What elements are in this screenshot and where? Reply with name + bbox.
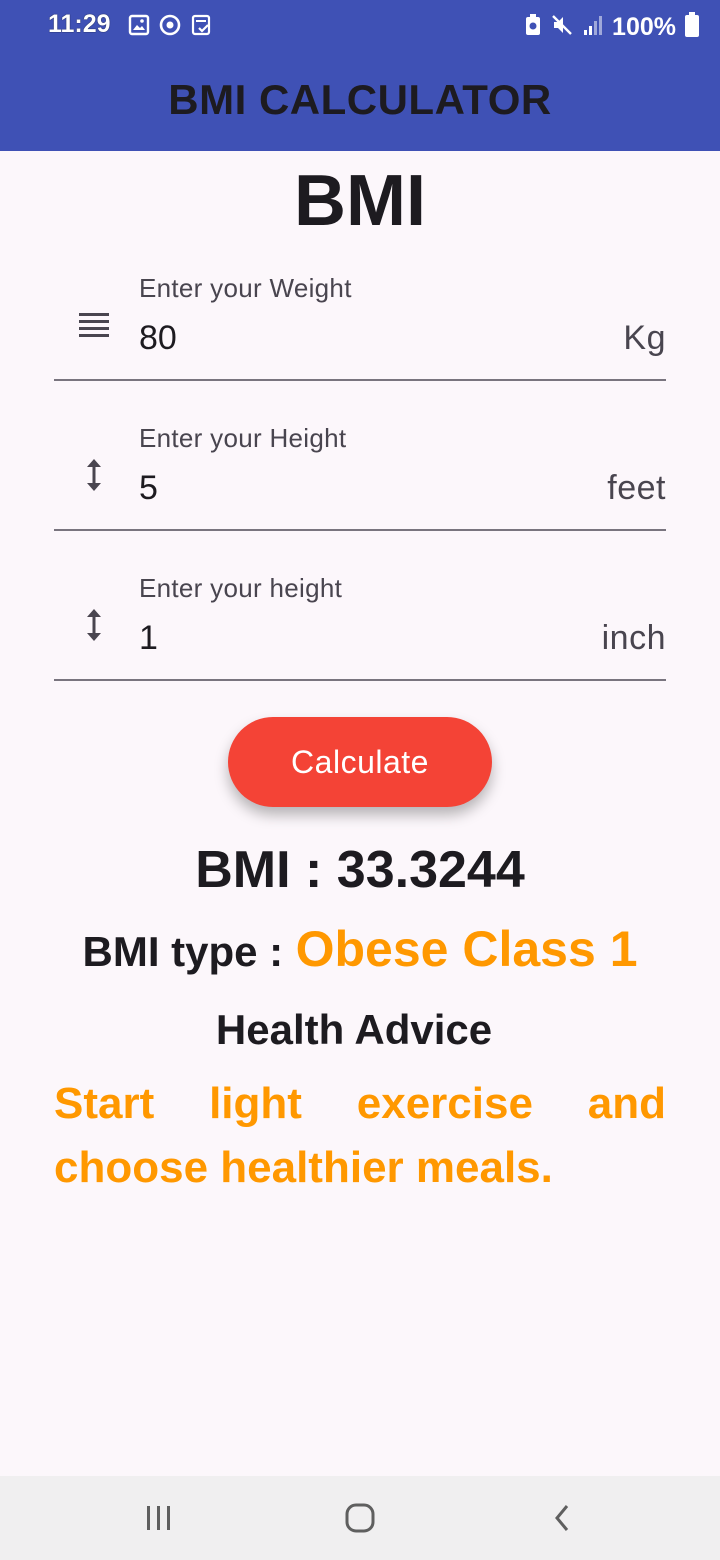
vertical-arrows-icon	[76, 455, 112, 495]
back-icon[interactable]	[532, 1496, 592, 1540]
weight-suffix: Kg	[623, 319, 666, 357]
mute-icon	[550, 13, 574, 42]
status-bar: 11:29 100%	[0, 0, 720, 52]
app-bar-title: BMI CALCULATOR	[168, 75, 552, 123]
bmi-type-label: BMI type :	[82, 928, 284, 975]
height-feet-field[interactable]: Enter your Height 5 feet	[54, 407, 666, 531]
navigation-bar	[0, 1476, 720, 1560]
bmi-type-value: Obese Class 1	[295, 921, 638, 977]
height-inch-input[interactable]: 1	[139, 619, 158, 658]
status-icons-right: 100%	[524, 11, 700, 43]
sync-icon	[158, 13, 182, 42]
recents-icon[interactable]	[129, 1496, 189, 1540]
weight-input[interactable]: 80	[139, 319, 177, 358]
weight-field[interactable]: Enter your Weight 80 Kg	[54, 257, 666, 381]
battery-icon	[684, 11, 700, 43]
vertical-arrows-icon	[76, 605, 112, 645]
gallery-icon	[128, 14, 150, 41]
clipboard-check-icon	[190, 14, 212, 41]
page-title: BMI	[294, 161, 426, 241]
status-time: 11:29	[48, 10, 111, 38]
height-inch-suffix: inch	[601, 619, 666, 657]
menu-lines-icon	[76, 305, 112, 345]
bmi-result: BMI : 33.3244	[195, 841, 525, 899]
signal-icon	[582, 14, 604, 41]
health-advice-text: Start light exercise and choose healthie…	[54, 1079, 666, 1192]
health-advice-heading: Health Advice	[215, 1006, 493, 1053]
height-feet-suffix: feet	[607, 469, 666, 507]
home-icon[interactable]	[330, 1496, 390, 1540]
height-feet-input[interactable]: 5	[139, 469, 158, 508]
bmi-type-line: BMI type : Obese Class 1	[0, 920, 720, 978]
status-icons-left	[128, 14, 212, 40]
weight-label: Enter your Weight	[139, 273, 352, 303]
height-feet-label: Enter your Height	[139, 423, 347, 453]
calculate-button[interactable]: Calculate	[228, 717, 492, 807]
height-inch-label: Enter your height	[139, 573, 343, 603]
app-bar: BMI CALCULATOR	[0, 52, 720, 151]
height-inch-field[interactable]: Enter your height 1 inch	[54, 557, 666, 681]
battery-percent: 100%	[612, 12, 676, 41]
recycle-battery-icon	[524, 13, 542, 42]
